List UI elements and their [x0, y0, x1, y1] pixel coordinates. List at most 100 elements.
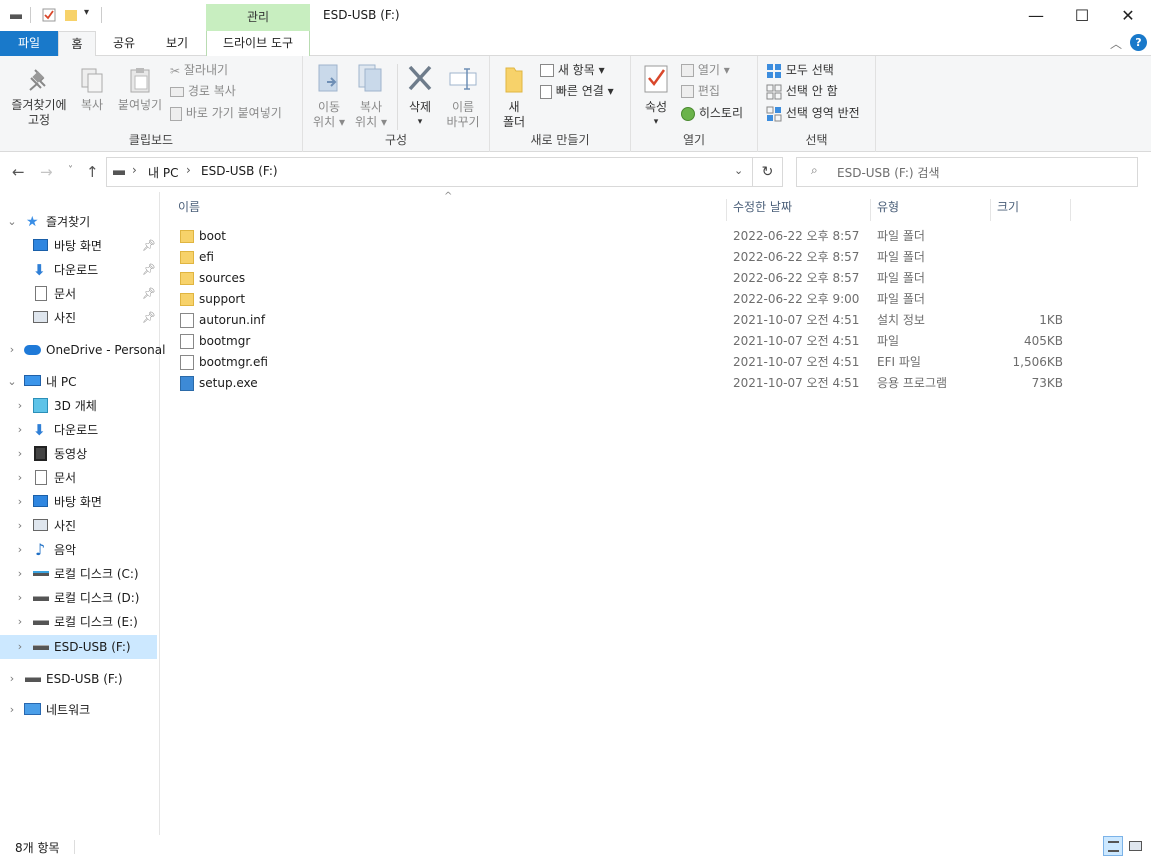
cut-button[interactable]: ✂ 잘라내기 — [170, 60, 228, 80]
nav-this-pc[interactable]: ⌄ 내 PC — [0, 370, 157, 394]
column-header-type[interactable]: 유형 — [871, 199, 991, 221]
delete-button[interactable]: 삭제 ▾ — [401, 62, 439, 130]
open-button[interactable]: 열기 ▾ — [681, 60, 730, 80]
tab-file[interactable]: 파일 — [0, 31, 58, 56]
nav-usb[interactable]: › ESD-USB (F:) — [0, 667, 157, 691]
up-icon[interactable]: ↑ — [86, 163, 99, 181]
forward-icon[interactable]: → — [40, 163, 53, 181]
move-to-button[interactable]: 이동 위치 ▾ — [309, 62, 349, 130]
copy-to-button[interactable]: 복사 위치 ▾ — [351, 62, 391, 130]
open-icon — [681, 64, 694, 77]
address-bar[interactable]: › 내 PC › ESD-USB (F:) ⌄ — [106, 157, 753, 187]
collapsed-chevron-icon: › — [17, 567, 23, 580]
breadcrumb-this-pc[interactable]: 내 PC — [148, 164, 178, 181]
search-input[interactable]: ⌕ ESD-USB (F:) 검색 — [796, 157, 1138, 187]
help-icon[interactable]: ? — [1130, 34, 1147, 51]
edit-button[interactable]: 편집 — [681, 81, 720, 101]
rename-button[interactable]: 이름 바꾸기 — [443, 62, 483, 130]
file-row[interactable]: sources 2022-06-22 오후 8:57 파일 폴더 — [178, 268, 1078, 289]
history-button[interactable]: 히스토리 — [681, 103, 743, 123]
new-folder-icon[interactable] — [64, 8, 78, 22]
file-type: 파일 폴더 — [877, 292, 925, 306]
copy-button[interactable]: 복사 — [76, 66, 108, 113]
nav-pc-videos[interactable]: › 동영상 — [0, 442, 157, 466]
copy-path-button[interactable]: 경로 복사 — [170, 81, 236, 101]
nav-quick-downloads[interactable]: ⬇ 다운로드 📌︎ — [0, 258, 157, 282]
nav-quick-documents[interactable]: 문서 📌︎ — [0, 282, 157, 306]
new-folder-button[interactable]: 새 폴더 — [496, 62, 532, 130]
new-item-icon — [540, 64, 554, 77]
invert-selection-label: 선택 영역 반전 — [785, 106, 860, 120]
file-row[interactable]: support 2022-06-22 오후 9:00 파일 폴더 — [178, 289, 1078, 310]
file-row[interactable]: bootmgr.efi 2021-10-07 오전 4:51 EFI 파일 1,506… — [178, 352, 1078, 373]
properties-button[interactable]: 속성 ▾ — [637, 62, 675, 130]
nav-quick-access[interactable]: ⌄ ★ 즐겨찾기 — [0, 210, 157, 234]
paste-shortcut-button[interactable]: 바로 가기 붙여넣기 — [170, 103, 282, 123]
file-size: 73KB — [1031, 376, 1063, 390]
nav-pc-3d-objects[interactable]: › 3D 개체 — [0, 394, 157, 418]
file-row[interactable]: bootmgr 2021-10-07 오전 4:51 파일 405KB — [178, 331, 1078, 352]
nav-onedrive[interactable]: › OneDrive - Personal — [0, 338, 166, 362]
collapsed-chevron-icon: › — [17, 543, 23, 556]
file-row[interactable]: efi 2022-06-22 오후 8:57 파일 폴더 — [178, 247, 1078, 268]
file-type: 파일 폴더 — [877, 271, 925, 285]
select-none-button[interactable]: 선택 안 함 — [766, 81, 838, 101]
nav-pc-pictures[interactable]: › 사진 — [0, 514, 157, 538]
document-icon — [35, 470, 47, 485]
refresh-button[interactable]: ↻ — [753, 157, 783, 187]
select-all-button[interactable]: 모두 선택 — [766, 60, 834, 80]
column-header-name[interactable]: 이름 — [172, 199, 727, 221]
nav-quick-pictures[interactable]: 사진 📌︎ — [0, 306, 157, 330]
collapse-ribbon-icon[interactable]: ︿ — [1110, 35, 1122, 52]
customize-qat-icon[interactable]: ▾ — [84, 7, 89, 18]
pin-icon: 📌︎ — [142, 239, 156, 252]
column-header-modified[interactable]: 수정한 날짜 — [727, 199, 871, 221]
new-item-button[interactable]: 새 항목 ▾ — [540, 60, 605, 80]
details-view-button[interactable] — [1103, 836, 1123, 856]
tab-home[interactable]: 홈 — [58, 31, 96, 57]
column-header-size[interactable]: 크기 — [991, 199, 1071, 221]
pictures-icon — [33, 311, 48, 323]
nav-pc-disk-c-label: 로컬 디스크 (C:) — [54, 567, 139, 581]
nav-pc-disk-c[interactable]: › 로컬 디스크 (C:) — [0, 562, 157, 586]
recent-locations-icon[interactable]: ˅ — [68, 165, 73, 176]
minimize-button[interactable]: — — [1013, 0, 1059, 31]
nav-pc-desktop-label: 바탕 화면 — [54, 495, 102, 509]
refresh-icon: ↻ — [761, 164, 774, 180]
copy-to-label-2-text: 위치 — [355, 115, 378, 129]
close-button[interactable]: ✕ — [1105, 0, 1151, 31]
rename-icon — [449, 68, 477, 90]
edit-icon — [681, 85, 694, 98]
drive-icon — [10, 14, 22, 19]
maximize-button[interactable]: ☐ — [1059, 0, 1105, 31]
nav-network[interactable]: › 네트워크 — [0, 698, 157, 722]
rename-label-2: 바꾸기 — [446, 115, 480, 129]
nav-pc-downloads[interactable]: › ⬇ 다운로드 — [0, 418, 157, 442]
nav-pc-documents[interactable]: › 문서 — [0, 466, 157, 490]
paste-button[interactable]: 붙여넣기 — [112, 66, 168, 113]
invert-selection-button[interactable]: 선택 영역 반전 — [766, 103, 860, 123]
breadcrumb-usb[interactable]: ESD-USB (F:) — [201, 164, 278, 178]
cloud-icon — [24, 345, 41, 355]
file-row[interactable]: setup.exe 2021-10-07 오전 4:51 응용 프로그램 73KB — [178, 373, 1078, 394]
address-dropdown-icon[interactable]: ⌄ — [734, 164, 743, 177]
file-icon — [180, 334, 194, 349]
back-icon[interactable]: ← — [12, 163, 25, 181]
file-row[interactable]: autorun.inf 2021-10-07 오전 4:51 설치 정보 1KB — [178, 310, 1078, 331]
nav-pc-desktop[interactable]: › 바탕 화면 — [0, 490, 157, 514]
nav-pc-music[interactable]: › ♪ 음악 — [0, 538, 157, 562]
tab-view[interactable]: 보기 — [155, 31, 199, 56]
easy-access-button[interactable]: 빠른 연결 ▾ — [540, 81, 614, 101]
properties-icon[interactable] — [42, 8, 56, 22]
tab-drive-tools[interactable]: 드라이브 도구 — [206, 31, 310, 56]
large-icons-view-button[interactable] — [1127, 838, 1144, 854]
rename-label-1: 이름 — [451, 100, 475, 114]
nav-pc-disk-e[interactable]: › 로컬 디스크 (E:) — [0, 610, 157, 634]
nav-quick-desktop[interactable]: 바탕 화면 📌︎ — [0, 234, 157, 258]
nav-pc-disk-d[interactable]: › 로컬 디스크 (D:) — [0, 586, 157, 610]
tab-share[interactable]: 공유 — [104, 31, 144, 56]
select-all-icon — [767, 63, 781, 78]
file-row[interactable]: boot 2022-06-22 오후 8:57 파일 폴더 — [178, 226, 1078, 247]
nav-pc-usb[interactable]: › ESD-USB (F:) — [0, 635, 157, 659]
pin-quick-access-button[interactable]: 즐겨찾기에 고정 — [4, 66, 74, 128]
